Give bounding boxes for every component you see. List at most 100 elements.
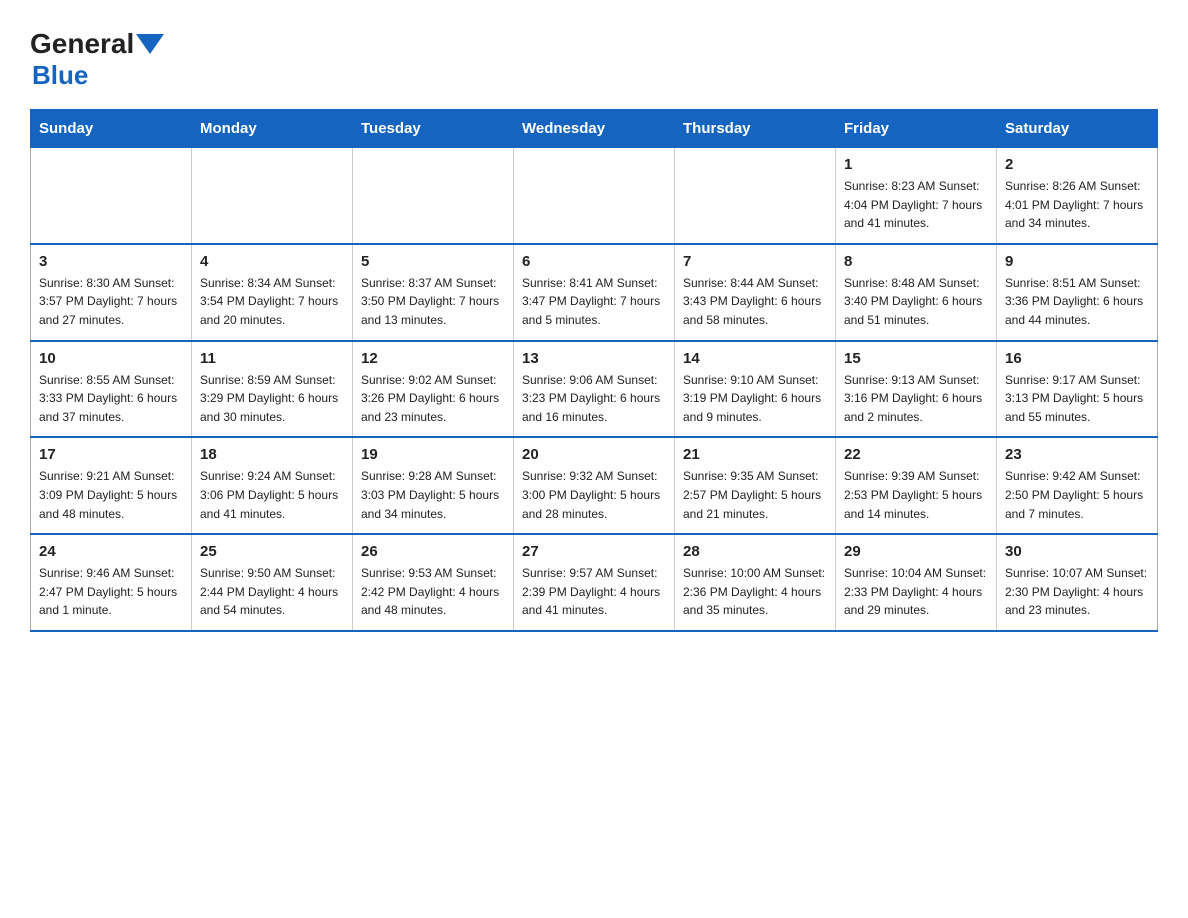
day-cell: 15 Sunrise: 9:13 AM Sunset: 3:16 PM Dayli… xyxy=(836,341,997,438)
day-cell: 8Sunrise: 8:48 AM Sunset: 3:40 PM Daylig… xyxy=(836,244,997,341)
day-cell: 26 Sunrise: 9:53 AM Sunset: 2:42 PM Dayli… xyxy=(353,534,514,631)
day-info: Sunrise: 9:35 AM Sunset: 2:57 PM Dayligh… xyxy=(683,467,827,523)
day-cell: 27 Sunrise: 9:57 AM Sunset: 2:39 PM Dayli… xyxy=(514,534,675,631)
week-row-3: 10 Sunrise: 8:55 AM Sunset: 3:33 PM Dayli… xyxy=(31,341,1158,438)
day-number: 4 xyxy=(200,253,344,270)
day-number: 1 xyxy=(844,156,988,173)
day-info: Sunrise: 8:30 AM Sunset: 3:57 PM Dayligh… xyxy=(39,274,183,330)
logo: General Blue xyxy=(30,20,164,91)
calendar-header-row: SundayMondayTuesdayWednesdayThursdayFrid… xyxy=(31,110,1158,148)
day-number: 25 xyxy=(200,543,344,560)
day-number: 14 xyxy=(683,350,827,367)
day-info: Sunrise: 8:34 AM Sunset: 3:54 PM Dayligh… xyxy=(200,274,344,330)
day-info: Sunrise: 8:48 AM Sunset: 3:40 PM Dayligh… xyxy=(844,274,988,330)
day-info: Sunrise: 9:42 AM Sunset: 2:50 PM Dayligh… xyxy=(1005,467,1149,523)
day-cell: 14 Sunrise: 9:10 AM Sunset: 3:19 PM Dayli… xyxy=(675,341,836,438)
day-info: Sunrise: 9:53 AM Sunset: 2:42 PM Dayligh… xyxy=(361,564,505,620)
logo-general: General xyxy=(30,28,134,60)
day-info: Sunrise: 8:23 AM Sunset: 4:04 PM Dayligh… xyxy=(844,177,988,233)
day-cell: 4 Sunrise: 8:34 AM Sunset: 3:54 PM Daylig… xyxy=(192,244,353,341)
day-info: Sunrise: 10:04 AM Sunset: 2:33 PM Daylig… xyxy=(844,564,988,620)
day-info: Sunrise: 9:50 AM Sunset: 2:44 PM Dayligh… xyxy=(200,564,344,620)
day-number: 27 xyxy=(522,543,666,560)
day-info: Sunrise: 9:13 AM Sunset: 3:16 PM Dayligh… xyxy=(844,371,988,427)
day-cell: 11 Sunrise: 8:59 AM Sunset: 3:29 PM Dayli… xyxy=(192,341,353,438)
day-cell xyxy=(675,148,836,244)
day-cell: 16 Sunrise: 9:17 AM Sunset: 3:13 PM Dayli… xyxy=(997,341,1158,438)
day-cell: 21 Sunrise: 9:35 AM Sunset: 2:57 PM Dayli… xyxy=(675,437,836,534)
day-info: Sunrise: 9:57 AM Sunset: 2:39 PM Dayligh… xyxy=(522,564,666,620)
day-number: 7 xyxy=(683,253,827,270)
day-cell: 25 Sunrise: 9:50 AM Sunset: 2:44 PM Dayli… xyxy=(192,534,353,631)
header-saturday: Saturday xyxy=(997,110,1158,148)
day-number: 28 xyxy=(683,543,827,560)
day-number: 17 xyxy=(39,446,183,463)
week-row-2: 3 Sunrise: 8:30 AM Sunset: 3:57 PM Daylig… xyxy=(31,244,1158,341)
day-number: 13 xyxy=(522,350,666,367)
header-tuesday: Tuesday xyxy=(353,110,514,148)
day-number: 3 xyxy=(39,253,183,270)
day-info: Sunrise: 8:41 AM Sunset: 3:47 PM Dayligh… xyxy=(522,274,666,330)
day-number: 26 xyxy=(361,543,505,560)
day-number: 22 xyxy=(844,446,988,463)
day-cell: 20 Sunrise: 9:32 AM Sunset: 3:00 PM Dayli… xyxy=(514,437,675,534)
day-info: Sunrise: 8:26 AM Sunset: 4:01 PM Dayligh… xyxy=(1005,177,1149,233)
day-cell: 18 Sunrise: 9:24 AM Sunset: 3:06 PM Dayli… xyxy=(192,437,353,534)
day-info: Sunrise: 9:02 AM Sunset: 3:26 PM Dayligh… xyxy=(361,371,505,427)
header-wednesday: Wednesday xyxy=(514,110,675,148)
day-info: Sunrise: 9:46 AM Sunset: 2:47 PM Dayligh… xyxy=(39,564,183,620)
day-number: 21 xyxy=(683,446,827,463)
week-row-1: 1 Sunrise: 8:23 AM Sunset: 4:04 PM Daylig… xyxy=(31,148,1158,244)
day-number: 12 xyxy=(361,350,505,367)
day-cell: 29Sunrise: 10:04 AM Sunset: 2:33 PM Dayl… xyxy=(836,534,997,631)
day-number: 11 xyxy=(200,350,344,367)
day-number: 18 xyxy=(200,446,344,463)
day-cell: 5 Sunrise: 8:37 AM Sunset: 3:50 PM Daylig… xyxy=(353,244,514,341)
day-info: Sunrise: 10:00 AM Sunset: 2:36 PM Daylig… xyxy=(683,564,827,620)
header-friday: Friday xyxy=(836,110,997,148)
day-cell: 13 Sunrise: 9:06 AM Sunset: 3:23 PM Dayli… xyxy=(514,341,675,438)
day-info: Sunrise: 8:37 AM Sunset: 3:50 PM Dayligh… xyxy=(361,274,505,330)
day-number: 20 xyxy=(522,446,666,463)
day-info: Sunrise: 8:51 AM Sunset: 3:36 PM Dayligh… xyxy=(1005,274,1149,330)
day-number: 15 xyxy=(844,350,988,367)
day-info: Sunrise: 8:44 AM Sunset: 3:43 PM Dayligh… xyxy=(683,274,827,330)
day-cell: 12 Sunrise: 9:02 AM Sunset: 3:26 PM Dayli… xyxy=(353,341,514,438)
logo-triangle-icon xyxy=(136,34,164,54)
day-cell: 22 Sunrise: 9:39 AM Sunset: 2:53 PM Dayli… xyxy=(836,437,997,534)
day-info: Sunrise: 9:21 AM Sunset: 3:09 PM Dayligh… xyxy=(39,467,183,523)
week-row-5: 24Sunrise: 9:46 AM Sunset: 2:47 PM Dayli… xyxy=(31,534,1158,631)
day-number: 16 xyxy=(1005,350,1149,367)
day-info: Sunrise: 8:55 AM Sunset: 3:33 PM Dayligh… xyxy=(39,371,183,427)
day-number: 30 xyxy=(1005,543,1149,560)
day-cell: 2 Sunrise: 8:26 AM Sunset: 4:01 PM Daylig… xyxy=(997,148,1158,244)
header-monday: Monday xyxy=(192,110,353,148)
day-number: 2 xyxy=(1005,156,1149,173)
day-info: Sunrise: 9:28 AM Sunset: 3:03 PM Dayligh… xyxy=(361,467,505,523)
day-info: Sunrise: 10:07 AM Sunset: 2:30 PM Daylig… xyxy=(1005,564,1149,620)
day-info: Sunrise: 9:24 AM Sunset: 3:06 PM Dayligh… xyxy=(200,467,344,523)
day-info: Sunrise: 8:59 AM Sunset: 3:29 PM Dayligh… xyxy=(200,371,344,427)
day-number: 23 xyxy=(1005,446,1149,463)
day-info: Sunrise: 9:39 AM Sunset: 2:53 PM Dayligh… xyxy=(844,467,988,523)
day-info: Sunrise: 9:06 AM Sunset: 3:23 PM Dayligh… xyxy=(522,371,666,427)
day-cell xyxy=(31,148,192,244)
day-info: Sunrise: 9:17 AM Sunset: 3:13 PM Dayligh… xyxy=(1005,371,1149,427)
day-cell: 7 Sunrise: 8:44 AM Sunset: 3:43 PM Daylig… xyxy=(675,244,836,341)
header-thursday: Thursday xyxy=(675,110,836,148)
day-cell: 24Sunrise: 9:46 AM Sunset: 2:47 PM Dayli… xyxy=(31,534,192,631)
day-info: Sunrise: 9:10 AM Sunset: 3:19 PM Dayligh… xyxy=(683,371,827,427)
day-cell: 28 Sunrise: 10:00 AM Sunset: 2:36 PM Dayl… xyxy=(675,534,836,631)
day-cell xyxy=(353,148,514,244)
calendar-table: SundayMondayTuesdayWednesdayThursdayFrid… xyxy=(30,109,1158,632)
day-number: 9 xyxy=(1005,253,1149,270)
day-number: 10 xyxy=(39,350,183,367)
day-cell: 1 Sunrise: 8:23 AM Sunset: 4:04 PM Daylig… xyxy=(836,148,997,244)
day-cell: 10 Sunrise: 8:55 AM Sunset: 3:33 PM Dayli… xyxy=(31,341,192,438)
day-cell xyxy=(192,148,353,244)
day-number: 5 xyxy=(361,253,505,270)
day-number: 19 xyxy=(361,446,505,463)
day-cell: 3 Sunrise: 8:30 AM Sunset: 3:57 PM Daylig… xyxy=(31,244,192,341)
day-cell xyxy=(514,148,675,244)
day-info: Sunrise: 9:32 AM Sunset: 3:00 PM Dayligh… xyxy=(522,467,666,523)
